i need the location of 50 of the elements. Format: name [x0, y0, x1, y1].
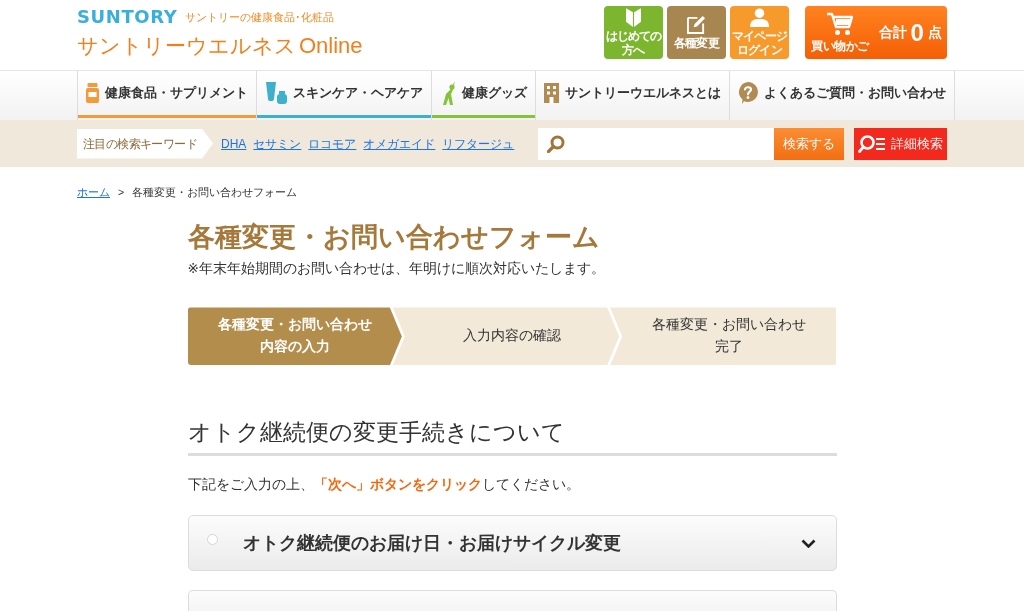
accordion-item[interactable] — [187, 590, 837, 611]
advanced-search-button[interactable]: 詳細検索 — [854, 127, 947, 160]
accordion-label: オトク継続便のお届け日・お届けサイクル変更 — [242, 531, 622, 555]
progress-step: 入力内容の確認 — [392, 307, 620, 366]
progress-step: 各種変更・お問い合わせ内容の入力 — [187, 307, 402, 366]
brand-logo[interactable]: SUNTORY — [77, 8, 178, 26]
cart-count: 0 — [910, 20, 924, 45]
keyword-link[interactable]: ロコモア — [308, 134, 357, 153]
breadcrumb-current: 各種変更・お問い合わせフォーム — [132, 185, 298, 199]
cart-button[interactable]: 買い物かご 合計 0 点 — [805, 6, 947, 59]
search-icon — [547, 134, 565, 153]
stretching-person-icon — [440, 81, 456, 105]
section-heading: オトク継続便の変更手続きについて — [187, 418, 837, 457]
search-field[interactable] — [538, 127, 774, 160]
search-list-icon — [858, 134, 886, 153]
instruction-text: 下記をご入力の上、「次へ」ボタンをクリックしてください。 — [187, 476, 581, 495]
pencil-paper-icon — [687, 14, 706, 34]
cart-icon — [826, 11, 853, 36]
keyword-label: 注目の検索キーワード — [77, 128, 213, 159]
person-icon — [750, 8, 769, 28]
tagline: サントリーの健康食品･化粧品 — [185, 11, 335, 23]
progress-step: 各種変更・お問い合わせ完了 — [610, 307, 837, 366]
cart-unit: 点 — [927, 23, 942, 42]
site-name[interactable]: サントリーウエルネス Online — [77, 34, 363, 59]
breadcrumb-link[interactable]: ホーム — [77, 185, 110, 199]
nav-label: 健康食品・サプリメント — [105, 84, 248, 103]
tube-icon — [265, 82, 287, 104]
accordion-item[interactable]: オトク継続便のお届け日・お届けサイクル変更 — [187, 515, 837, 572]
book-icon — [626, 8, 641, 28]
change-button[interactable]: 各種変更 — [667, 6, 726, 59]
keyword-link[interactable]: リフタージュ — [442, 134, 515, 153]
mypage-button[interactable]: マイページログイン — [730, 6, 789, 59]
search-button[interactable]: 検索する — [774, 127, 844, 160]
cart-label: 買い物かご — [811, 39, 869, 54]
beginner-button[interactable]: はじめての方へ — [604, 6, 663, 59]
question-bubble-icon — [738, 82, 758, 104]
breadcrumb-separator: > — [118, 185, 125, 199]
page-title: 各種変更・お問い合わせフォーム — [187, 221, 601, 254]
bottle-icon — [86, 83, 99, 103]
nav-label: サントリーウエルネスとは — [565, 84, 721, 103]
nav-label: よくあるご質問・お問い合わせ — [764, 84, 946, 103]
keyword-link[interactable]: セサミン — [253, 134, 302, 153]
nav-label: 健康グッズ — [462, 84, 527, 103]
cart-total-label: 合計 — [878, 23, 907, 42]
radio-button[interactable] — [206, 533, 218, 545]
keyword-link[interactable]: オメガエイド — [363, 134, 436, 153]
keyword-link[interactable]: DHA — [221, 134, 247, 153]
nav-label: スキンケア・ヘアケア — [293, 84, 423, 103]
notice-text: ※年末年始期間のお問い合わせは、年明けに順次対応いたします。 — [187, 260, 606, 279]
building-icon — [544, 83, 559, 103]
